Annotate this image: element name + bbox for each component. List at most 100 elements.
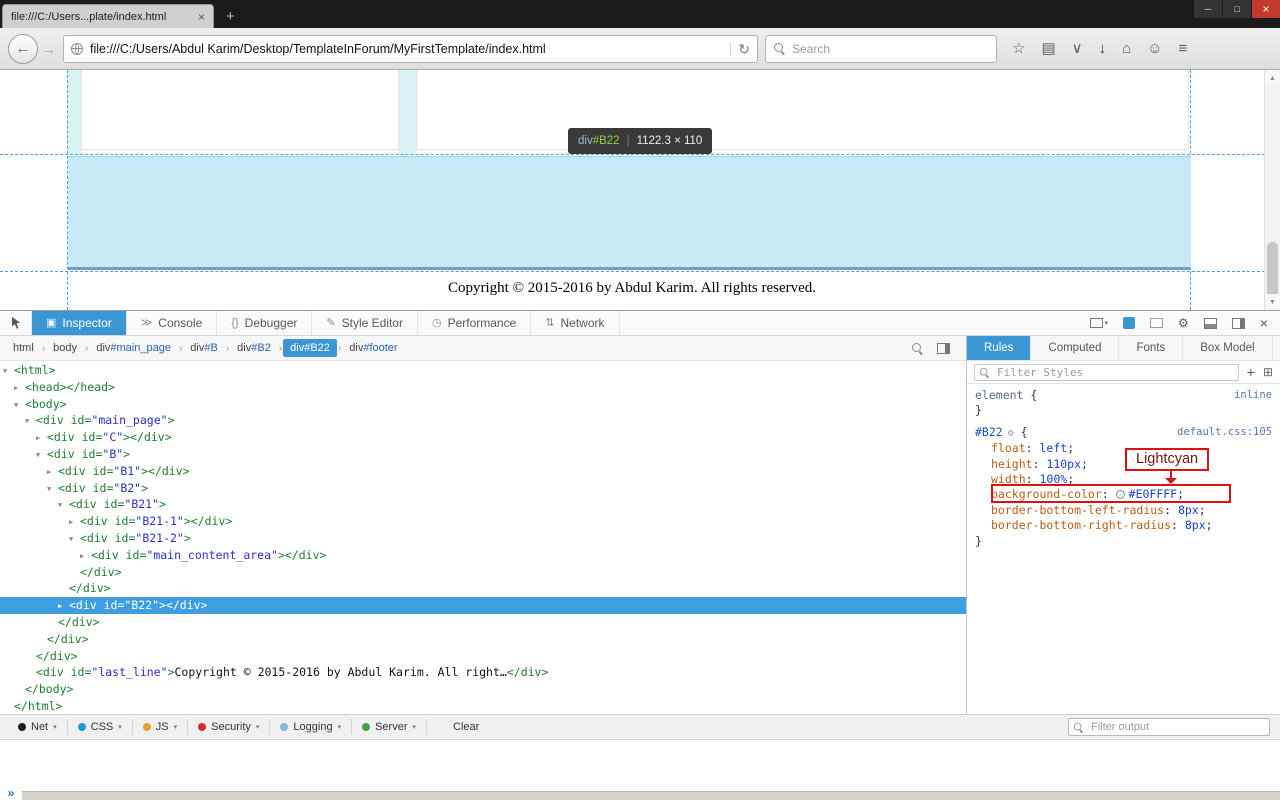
breadcrumb-item[interactable]: html [6,339,41,357]
markup-row[interactable]: ▶<head></head> [0,379,966,396]
expander-icon[interactable]: ▼ [58,497,69,514]
pick-element-button[interactable] [0,311,32,335]
scroll-up-icon[interactable]: ▲ [1265,70,1280,86]
back-button[interactable]: ← [8,34,38,64]
forward-button[interactable]: → [42,41,56,57]
caret-down-icon[interactable]: ▾ [174,723,178,731]
css-property[interactable]: border-bottom-left-radius: 8px; [975,503,1274,518]
expander-icon[interactable]: ▼ [14,397,25,414]
caret-down-icon[interactable]: ▾ [338,723,342,731]
rule-selector[interactable]: #B22 [975,425,1003,439]
markup-row[interactable]: ▶<div id="main_content_area"></div> [0,547,966,564]
markup-row[interactable]: </div> [0,580,966,597]
tab-close-icon[interactable]: × [198,11,205,23]
breadcrumb-item[interactable]: div#B [183,339,225,357]
sidebar-tab-rules[interactable]: Rules [967,336,1031,360]
page-scrollbar[interactable]: ▲ ▼ [1264,70,1280,310]
css-property[interactable]: float: left; [975,441,1274,456]
browser-tab[interactable]: file:///C:/Users...plate/index.html × [2,4,214,28]
filter-security-button[interactable]: Security▾ [188,719,270,735]
caret-down-icon[interactable]: ▾ [412,723,416,731]
add-rule-icon[interactable]: + [1247,365,1255,379]
screenshot-icon[interactable] [1150,318,1163,328]
download-icon[interactable]: ↓ [1099,41,1107,56]
markup-row[interactable]: </body> [0,681,966,698]
markup-row[interactable]: ▼<html> [0,362,966,379]
split-console-icon[interactable] [1204,318,1217,329]
close-window-button[interactable]: × [1251,0,1280,18]
sidebar-tab-fonts[interactable]: Fonts [1119,336,1183,360]
markup-row[interactable]: </div> [0,648,966,665]
devtools-tab-performance[interactable]: ◷Performance [418,311,531,335]
dock-side-icon[interactable] [1232,318,1245,329]
filter-logging-button[interactable]: Logging▾ [270,719,352,735]
markup-row[interactable]: ▼<div id="B2"> [0,480,966,497]
breadcrumb-item[interactable]: div#B22 [283,339,337,357]
expander-icon[interactable]: ▼ [25,413,36,430]
markup-row[interactable]: <div id="last_line">Copyright © 2015-201… [0,664,966,681]
devtools-tab-style-editor[interactable]: ✎Style Editor [312,311,418,335]
css-property[interactable]: background-color: #E0FFFF; [975,487,1274,502]
pocket-icon[interactable]: ∨ [1072,41,1083,56]
filter-styles-input[interactable] [974,364,1239,381]
sidebar-tab-computed[interactable]: Computed [1031,336,1119,360]
markup-row[interactable]: ▶<div id="B1"></div> [0,463,966,480]
search-nodes-icon[interactable] [912,343,923,354]
new-tab-button[interactable]: + [214,4,247,28]
stylesheet-link[interactable]: default.css:105 [1177,425,1272,440]
markup-row[interactable]: ▼<div id="B"> [0,446,966,463]
filter-output-input[interactable] [1068,718,1270,736]
caret-down-icon[interactable]: ▾ [53,723,57,731]
breadcrumb-item[interactable]: div#footer [342,339,404,357]
expander-icon[interactable]: ▶ [69,514,80,531]
hello-chat-icon[interactable]: ☺ [1147,41,1162,56]
devtools-tab-inspector[interactable]: ▣Inspector [32,311,127,335]
maximize-button[interactable]: □ [1222,0,1251,18]
minimize-button[interactable]: ─ [1193,0,1222,18]
markup-row[interactable]: ▶<div id="B22"></div> [0,597,966,614]
expand-tools-button[interactable]: » [0,785,22,800]
markup-row[interactable]: </div> [0,614,966,631]
reload-icon[interactable]: ↻ [730,42,750,56]
bookmarks-menu-icon[interactable]: ▤ [1041,41,1055,56]
home-icon[interactable]: ⌂ [1122,41,1131,56]
expander-icon[interactable]: ▼ [47,481,58,498]
sidebar-toggle-icon[interactable] [937,343,950,354]
clear-button[interactable]: Clear [443,719,489,735]
devtools-tab-network[interactable]: ⇅Network [531,311,619,335]
expander-icon[interactable]: ▼ [69,531,80,548]
url-input[interactable] [90,42,723,56]
expander-icon[interactable]: ▶ [58,598,69,615]
markup-row[interactable]: ▶<div id="B21-1"></div> [0,513,966,530]
markup-row[interactable]: ▼<body> [0,396,966,413]
filter-server-button[interactable]: Server▾ [352,719,427,735]
url-bar[interactable]: ↻ [63,35,758,63]
settings-gear-icon[interactable]: ⚙ [1178,317,1189,329]
expander-icon[interactable]: ▶ [14,380,25,397]
css-property[interactable]: height: 110px; [975,457,1274,472]
search-bar[interactable] [765,35,997,63]
filter-output-box[interactable] [1068,718,1270,736]
color-swatch[interactable] [1116,490,1125,499]
rule-selector[interactable]: element [975,388,1023,402]
scrollbar-thumb[interactable] [1267,242,1278,300]
markup-row[interactable]: </div> [0,564,966,581]
css-property[interactable]: width: 100%; [975,472,1274,487]
expander-icon[interactable]: ▶ [47,464,58,481]
filter-css-button[interactable]: CSS▾ [68,719,133,735]
expander-icon[interactable]: ▶ [36,430,47,447]
caret-down-icon[interactable]: ▾ [256,723,260,731]
expander-icon[interactable]: ▼ [36,447,47,464]
devtools-tab-console[interactable]: ≫Console [127,311,218,335]
markup-row[interactable]: </html> [0,698,966,714]
menu-icon[interactable]: ≡ [1179,41,1188,56]
breadcrumb-item[interactable]: div#main_page [89,339,178,357]
breadcrumb-item[interactable]: body [46,339,84,357]
sidebar-tab-box-model[interactable]: Box Model [1183,336,1272,360]
breadcrumb-item[interactable]: div#B2 [230,339,278,357]
markup-row[interactable]: </div> [0,631,966,648]
bookmark-star-icon[interactable]: ☆ [1012,41,1025,56]
markup-row[interactable]: ▼<div id="main_page"> [0,412,966,429]
devtools-tab-debugger[interactable]: {}Debugger [217,311,312,335]
frame-picker-icon[interactable]: ▾ [1090,318,1109,328]
